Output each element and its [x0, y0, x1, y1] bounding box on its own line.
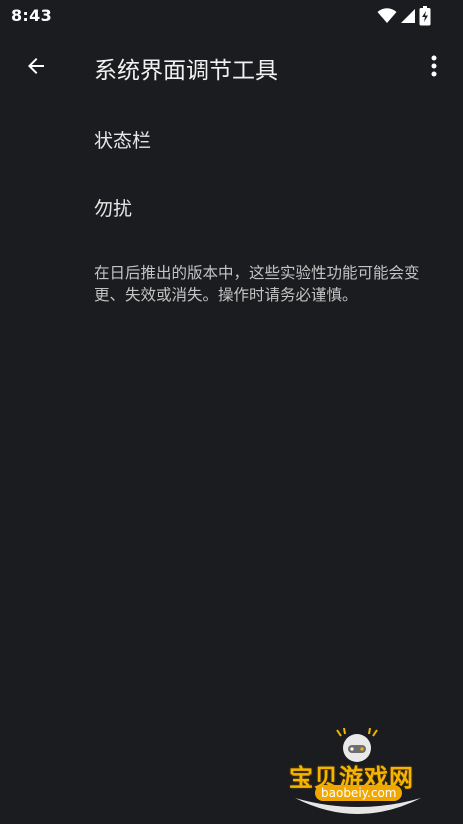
- signal-icon: [400, 8, 416, 24]
- swoosh-icon: [293, 794, 423, 824]
- experimental-warning-text: 在日后推出的版本中，这些实验性功能可能会变更、失效或消失。操作时请务必谨慎。: [94, 264, 420, 304]
- pref-item-do-not-disturb[interactable]: 勿扰: [0, 172, 463, 240]
- back-button[interactable]: [20, 52, 52, 84]
- status-icons: [377, 6, 431, 26]
- battery-charging-icon: [419, 6, 431, 26]
- status-time: 8:43: [11, 6, 52, 25]
- pref-item-label: 勿扰: [94, 198, 133, 220]
- page-title: 系统界面调节工具: [94, 58, 278, 84]
- pref-item-status-bar[interactable]: 状态栏: [0, 104, 463, 172]
- arrow-left-icon: [24, 54, 48, 82]
- pref-item-label: 状态栏: [94, 130, 152, 152]
- more-vertical-icon: [431, 55, 437, 81]
- watermark-logo: 宝贝游戏网 baobeiy.com: [285, 727, 435, 824]
- wifi-icon: [377, 8, 397, 24]
- more-options-button[interactable]: [422, 52, 446, 84]
- status-bar: 8:43: [0, 0, 463, 32]
- app-bar: 系统界面调节工具: [0, 32, 463, 102]
